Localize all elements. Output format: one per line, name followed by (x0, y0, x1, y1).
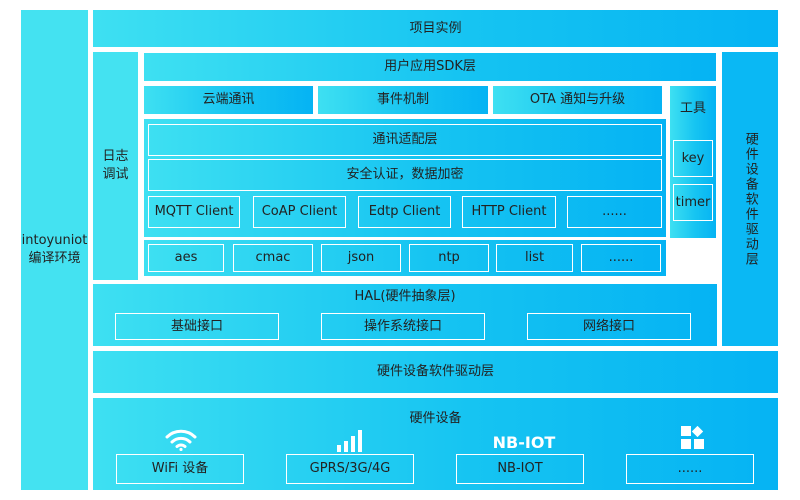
lib-aes: aes (148, 244, 224, 272)
hal-basic-interface: 基础接口 (115, 313, 279, 340)
feature-ota-upgrade: OTA 通知与升级 (493, 86, 662, 114)
lib-cmac: cmac (233, 244, 313, 272)
build-environment-column: intoyuniot 编译环境 (21, 10, 88, 490)
tools-label: 工具 (679, 101, 706, 116)
lib-more: ...... (581, 244, 661, 272)
wifi-icon (158, 426, 204, 451)
client-edtp: Edtp Client (358, 196, 451, 228)
driver-layer-horizontal: 硬件设备软件驱动层 (93, 351, 778, 393)
tool-timer: timer (673, 184, 713, 221)
lib-json: json (321, 244, 401, 272)
client-more: ...... (567, 196, 662, 228)
hardware-more: ...... (626, 454, 754, 484)
client-coap: CoAP Client (253, 196, 346, 228)
lib-ntp: ntp (409, 244, 489, 272)
user-app-sdk-layer: 用户应用SDK层 (144, 53, 716, 81)
env-name: intoyuniot (21, 233, 88, 249)
hal-network-interface: 网络接口 (527, 313, 691, 340)
log-label: 日志 (102, 149, 129, 165)
hal-os-interface: 操作系统接口 (321, 313, 485, 340)
debug-label: 调试 (102, 167, 129, 182)
security-encryption-layer: 安全认证，数据加密 (148, 159, 662, 191)
env-label: 编译环境 (28, 251, 81, 266)
client-mqtt: MQTT Client (148, 196, 240, 228)
hardware-cellular: GPRS/3G/4G (286, 454, 414, 484)
tool-key: key (673, 140, 713, 177)
comm-adapter-layer: 通讯适配层 (148, 124, 662, 156)
hardware-nbiot: NB-IOT (456, 454, 584, 484)
hal-title: HAL(硬件抽象层) (354, 289, 456, 305)
apps-grid-icon (670, 426, 716, 450)
feature-event-mechanism: 事件机制 (318, 86, 488, 114)
client-http: HTTP Client (462, 196, 556, 228)
log-debug-box: 日志 调试 (93, 52, 138, 280)
project-instance-layer: 项目实例 (93, 10, 778, 47)
feature-cloud-comm: 云端通讯 (144, 86, 313, 114)
nb-iot-logo: NB-IOT (492, 433, 556, 452)
lib-list: list (496, 244, 573, 272)
signal-bars-icon (328, 428, 374, 452)
driver-layer-vertical: 硬件设备软件驱动层 (722, 52, 778, 346)
hardware-wifi-device: WiFi 设备 (116, 454, 244, 484)
